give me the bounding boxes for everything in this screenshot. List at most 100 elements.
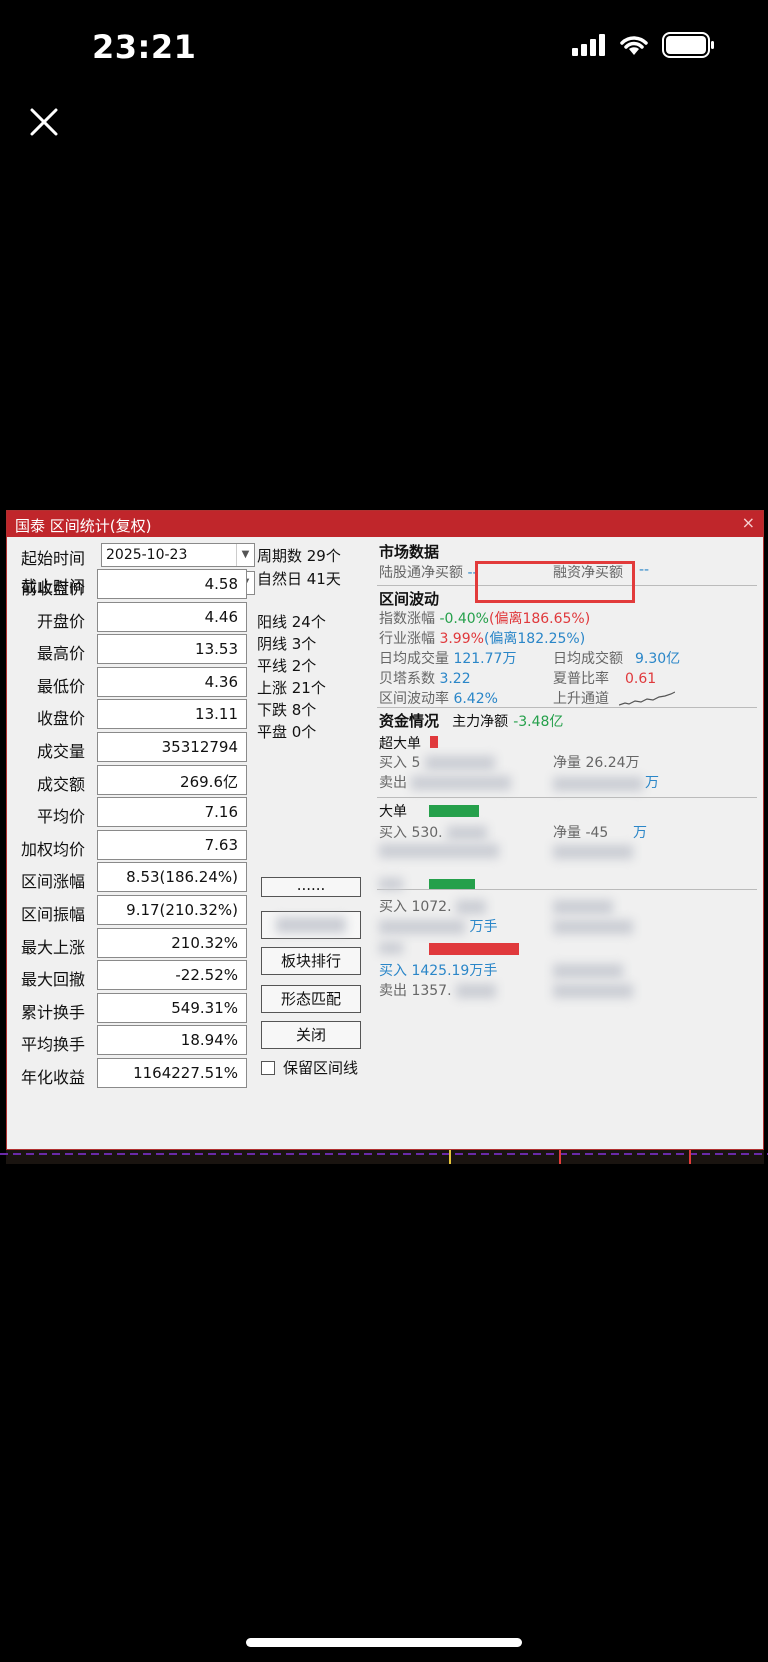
dialog-titlebar: 国泰 区间统计(复权) ×	[7, 511, 763, 537]
blurred-button[interactable]	[261, 911, 361, 939]
status-icons	[572, 32, 716, 58]
pattern-match-button[interactable]: 形态匹配	[261, 985, 361, 1013]
status-time: 23:21	[92, 28, 197, 66]
stat-value: 4.46	[97, 601, 247, 632]
fund-section: 资金情况 主力净额 -3.48亿 超大单 买入 5 净量 26.24万 卖出 万…	[377, 711, 757, 1001]
medium-buy: 买入 1072.	[379, 899, 452, 915]
index-deviation: (偏离186.65%)	[488, 611, 591, 627]
avg-volume-value: 121.77万	[453, 651, 517, 667]
wifi-icon	[620, 36, 648, 55]
dialog-close-button[interactable]: ×	[742, 513, 755, 532]
stat-label: 开盘价	[37, 611, 86, 631]
natural-days: 自然日 41天	[257, 570, 341, 588]
avg-amount-label: 日均成交额	[553, 651, 623, 667]
sharpe-label: 夏普比率	[553, 671, 609, 687]
vol-rate-value: 6.42%	[453, 691, 498, 707]
start-date-value: 2025-10-23	[106, 547, 188, 563]
large-label: 大单	[379, 804, 407, 820]
main-net-value: -3.48亿	[513, 714, 564, 730]
large-bar	[429, 805, 479, 817]
industry-change-label: 行业涨幅	[379, 631, 435, 647]
large-buy: 买入 530.	[379, 825, 443, 841]
vol-rate-row: 区间波动率 6.42% 上升通道	[379, 689, 755, 709]
stat-value: 4.58	[97, 569, 247, 599]
trend-sparkline-icon	[619, 691, 675, 706]
stat-label: 收盘价	[37, 709, 86, 729]
market-data-title: 市场数据	[379, 543, 440, 561]
stat-label: 成交量	[37, 742, 86, 761]
stat-value: 18.94%	[97, 1025, 247, 1056]
stat-label: 加权均价	[21, 839, 86, 859]
stat-label: 最低价	[37, 676, 86, 696]
start-date-select[interactable]: 2025-10-23 ▼	[101, 543, 255, 567]
industry-deviation: (偏离182.25%)	[483, 631, 586, 647]
stat-line: 平线 2个	[257, 657, 317, 675]
stat-value: -22.52%	[97, 960, 247, 991]
index-change-value: -0.40%	[439, 611, 489, 627]
beta-label: 贝塔系数	[379, 671, 435, 687]
stat-label: 累计换手	[21, 1002, 86, 1022]
stat-label: 最大回撤	[21, 970, 86, 990]
medium-sell-tail: 万手	[469, 919, 498, 935]
period-stats: 周期数 29个 自然日 41天	[257, 545, 341, 591]
keep-line-label: 保留区间线	[283, 1059, 359, 1077]
avg-volume-label: 日均成交量	[379, 651, 449, 667]
avg-volume-row: 日均成交量 121.77万 日均成交额 9.30亿	[379, 649, 755, 669]
deviation-highlight-box	[475, 561, 635, 603]
keep-line-checkbox[interactable]	[261, 1060, 275, 1075]
trend-label: 上升通道	[553, 691, 609, 707]
period-count: 周期数 29个	[257, 547, 341, 565]
stat-line: 阴线 3个	[257, 635, 317, 653]
index-change-label: 指数涨幅	[379, 611, 435, 627]
battery-icon	[662, 32, 714, 58]
small-buy: 买入 1425.19万手	[379, 963, 498, 979]
fund-title: 资金情况	[379, 712, 440, 730]
divider	[377, 707, 757, 708]
super-sell-tail: 万	[645, 775, 659, 791]
close-button[interactable]: 关闭	[261, 1021, 361, 1049]
home-indicator[interactable]	[246, 1638, 522, 1647]
industry-change-row: 行业涨幅 3.99%(偏离182.25%)	[379, 629, 755, 649]
beta-row: 贝塔系数 3.22 夏普比率 0.61	[379, 669, 755, 689]
stat-label: 前收盘价	[21, 579, 86, 598]
cellular-signal-icon	[572, 34, 605, 56]
volatility-section: 区间波动 指数涨幅 -0.40%(偏离186.65%) 行业涨幅 3.99%(偏…	[379, 589, 755, 709]
stat-value: 1164227.51%	[97, 1058, 247, 1088]
sharpe-value: 0.61	[625, 671, 657, 687]
small-sell: 卖出 1357.	[379, 983, 452, 999]
stat-value: 9.17(210.32%)	[97, 895, 247, 925]
stat-label: 最高价	[37, 644, 86, 664]
stat-label: 成交额	[37, 774, 86, 794]
stat-label: 平均价	[37, 807, 86, 827]
medium-bar	[429, 879, 475, 889]
dialog-title: 国泰 区间统计(复权)	[15, 517, 152, 535]
super-sell: 卖出	[379, 775, 407, 791]
large-net-tail: 万	[633, 825, 647, 841]
small-bar	[429, 943, 519, 955]
beta-value: 3.22	[439, 671, 471, 687]
range-stats-dialog: 国泰 区间统计(复权) × 起始时间 2025-10-23 ▼ 截止时间 202…	[6, 510, 764, 1150]
divider	[377, 797, 757, 798]
stat-value: 269.6亿	[97, 764, 247, 795]
stat-label: 区间涨幅	[21, 872, 86, 892]
candle-stats: 阳线 24个 阴线 3个 平线 2个 上涨 21个 下跌 8个 平盘 0个	[257, 611, 326, 743]
keep-line-option[interactable]: 保留区间线	[261, 1057, 358, 1078]
stat-value: 4.36	[97, 666, 247, 697]
stat-line: 上涨 21个	[257, 679, 326, 697]
super-large-bar	[430, 736, 439, 748]
stat-value: 13.11	[97, 699, 247, 730]
stat-value: 549.31%	[97, 992, 247, 1023]
lugutong-label: 陆股通净买额	[379, 565, 463, 581]
stat-value: 7.63	[97, 829, 247, 860]
stat-label: 平均换手	[21, 1035, 86, 1055]
start-date-label: 起始时间	[21, 549, 86, 568]
stat-label: 年化收益	[21, 1068, 86, 1087]
stat-line: 阳线 24个	[257, 613, 326, 631]
main-net-label: 主力净额	[452, 714, 509, 730]
index-change-row: 指数涨幅 -0.40%(偏离186.65%)	[379, 609, 755, 629]
super-buy: 买入 5	[379, 755, 421, 771]
sector-rank-button[interactable]: 板块排行	[261, 947, 361, 975]
close-icon[interactable]	[26, 104, 62, 140]
more-button[interactable]: ......	[261, 877, 361, 897]
chevron-down-icon: ▼	[236, 544, 254, 566]
